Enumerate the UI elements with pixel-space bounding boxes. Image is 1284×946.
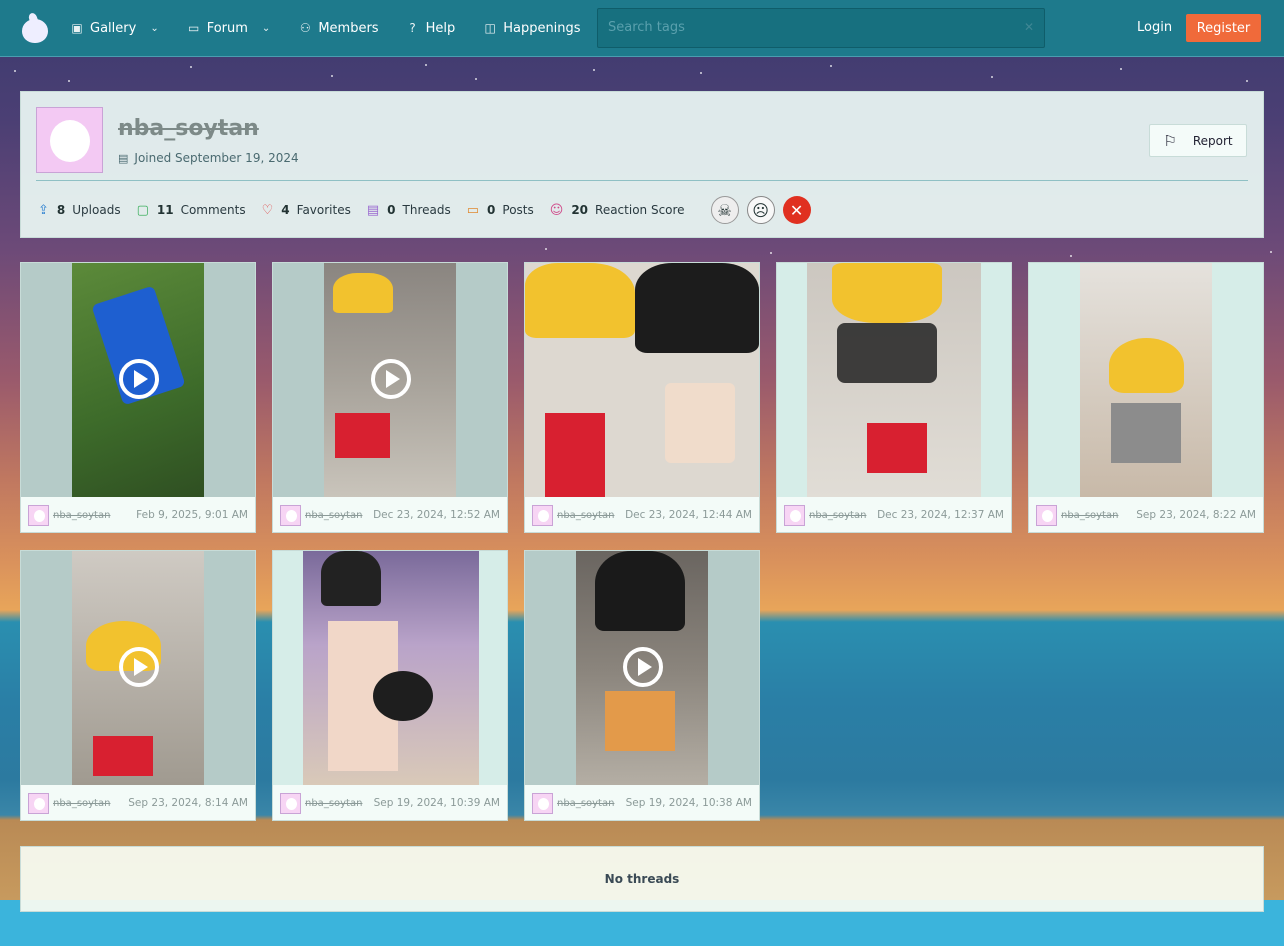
- top-navbar: ▣ Gallery ⌄ ▭ Forum ⌄ ⚇ Members ? Help ◫…: [0, 0, 1284, 57]
- play-icon[interactable]: [623, 647, 663, 687]
- upload-username[interactable]: nba_soytan: [305, 798, 362, 809]
- comment-icon: ▢: [136, 202, 149, 218]
- members-icon: ⚇: [299, 21, 311, 35]
- play-icon[interactable]: [119, 359, 159, 399]
- stat-threads[interactable]: ▤ 0 Threads: [367, 203, 451, 218]
- upload-username[interactable]: nba_soytan: [557, 798, 614, 809]
- calendar-icon: ▤: [118, 152, 129, 165]
- upload-date: Dec 23, 2024, 12:52 AM: [373, 509, 500, 521]
- stat-posts[interactable]: ▭ 0 Posts: [467, 203, 534, 218]
- join-date: ▤ Joined September 19, 2024: [118, 151, 299, 165]
- upload-username[interactable]: nba_soytan: [557, 510, 614, 521]
- upload-thumbnail[interactable]: [21, 263, 255, 497]
- avatar[interactable]: [784, 504, 805, 526]
- reaction-icon: ☺: [549, 202, 564, 218]
- upload-meta: nba_soytan Sep 23, 2024, 8:14 AM: [28, 792, 248, 814]
- flag-icon: ⚐: [1163, 131, 1177, 150]
- empty-threads-message: No threads: [604, 872, 680, 886]
- nav-gallery[interactable]: ▣ Gallery ⌄: [70, 21, 159, 36]
- chevron-down-icon: ⌄: [261, 22, 271, 34]
- upload-meta: nba_soytan Sep 23, 2024, 8:22 AM: [1036, 504, 1256, 526]
- nav-help[interactable]: ? Help: [406, 21, 455, 36]
- upload-card[interactable]: nba_soytan Sep 23, 2024, 8:22 AM: [1028, 262, 1264, 533]
- nav-happenings[interactable]: ◫ Happenings: [483, 21, 581, 36]
- upload-username[interactable]: nba_soytan: [809, 510, 866, 521]
- play-icon[interactable]: [371, 359, 411, 399]
- avatar[interactable]: [280, 504, 301, 526]
- profile-badges: ☠ ☹ ✕: [710, 196, 811, 224]
- upload-meta: nba_soytan Dec 23, 2024, 12:37 AM: [784, 504, 1004, 526]
- avatar[interactable]: [28, 792, 49, 814]
- upload-card[interactable]: nba_soytan Sep 23, 2024, 8:14 AM: [20, 550, 256, 821]
- profile-avatar[interactable]: [36, 107, 103, 173]
- upload-username[interactable]: nba_soytan: [1061, 510, 1118, 521]
- upload-meta: nba_soytan Dec 23, 2024, 12:52 AM: [280, 504, 500, 526]
- help-icon: ?: [409, 21, 416, 35]
- search-input[interactable]: Search tags ✕: [597, 8, 1045, 48]
- upload-meta: nba_soytan Dec 23, 2024, 12:44 AM: [532, 504, 752, 526]
- upload-username[interactable]: nba_soytan: [53, 510, 110, 521]
- upload-date: Feb 9, 2025, 9:01 AM: [136, 509, 248, 521]
- heart-icon: ♡: [261, 202, 274, 218]
- upload-thumbnail[interactable]: [525, 551, 759, 785]
- stat-uploads[interactable]: ⇪ 8 Uploads: [38, 203, 121, 218]
- upload-meta: nba_soytan Sep 19, 2024, 10:39 AM: [280, 792, 500, 814]
- upload-username[interactable]: nba_soytan: [305, 510, 362, 521]
- threads-panel: No threads: [20, 846, 1264, 912]
- document-icon: ▤: [366, 202, 380, 218]
- red-face-badge[interactable]: ✕: [782, 196, 811, 224]
- stat-comments[interactable]: ▢ 11 Comments: [137, 203, 246, 218]
- stat-reaction-score[interactable]: ☺ 20 Reaction Score: [550, 203, 685, 218]
- forum-icon: ▭: [188, 21, 200, 35]
- gallery-icon: ▣: [71, 21, 83, 35]
- nav-members[interactable]: ⚇ Members: [298, 21, 379, 36]
- upload-date: Sep 23, 2024, 8:22 AM: [1136, 509, 1256, 521]
- upload-date: Sep 19, 2024, 10:39 AM: [373, 797, 500, 809]
- report-button[interactable]: ⚐ Report: [1149, 124, 1247, 157]
- upload-card[interactable]: nba_soytan Dec 23, 2024, 12:52 AM: [272, 262, 508, 533]
- upload-card[interactable]: nba_soytan Dec 23, 2024, 12:37 AM: [776, 262, 1012, 533]
- soyjak-badge[interactable]: ☹: [746, 196, 775, 224]
- stat-favorites[interactable]: ♡ 4 Favorites: [262, 203, 351, 218]
- upload-date: Dec 23, 2024, 12:44 AM: [625, 509, 752, 521]
- avatar[interactable]: [28, 504, 49, 526]
- upload-date: Dec 23, 2024, 12:37 AM: [877, 509, 1004, 521]
- profile-stats: ⇪ 8 Uploads ▢ 11 Comments ♡ 4 Favorites ▤ 0…: [38, 196, 811, 224]
- posts-icon: ▭: [466, 202, 480, 218]
- login-link[interactable]: Login: [1137, 20, 1172, 35]
- upload-thumbnail[interactable]: [21, 551, 255, 785]
- upload-thumbnail[interactable]: [1029, 263, 1263, 497]
- play-icon[interactable]: [119, 647, 159, 687]
- upload-date: Sep 19, 2024, 10:38 AM: [625, 797, 752, 809]
- upload-card[interactable]: nba_soytan Sep 19, 2024, 10:39 AM: [272, 550, 508, 821]
- upload-thumbnail[interactable]: [777, 263, 1011, 497]
- upload-username[interactable]: nba_soytan: [53, 798, 110, 809]
- skull-star-badge[interactable]: ☠: [710, 196, 739, 224]
- avatar[interactable]: [532, 504, 553, 526]
- avatar[interactable]: [280, 792, 301, 814]
- site-logo[interactable]: [20, 11, 50, 43]
- avatar[interactable]: [532, 792, 553, 814]
- upload-thumbnail[interactable]: [273, 263, 507, 497]
- upload-date: Sep 23, 2024, 8:14 AM: [128, 797, 248, 809]
- register-button[interactable]: Register: [1186, 14, 1261, 42]
- upload-thumbnail[interactable]: [273, 551, 507, 785]
- upload-card[interactable]: nba_soytan Sep 19, 2024, 10:38 AM: [524, 550, 760, 821]
- profile-username: nba_soytan: [118, 116, 259, 141]
- book-icon: ◫: [484, 21, 496, 35]
- chevron-down-icon: ⌄: [150, 22, 159, 34]
- upload-thumbnail[interactable]: [525, 263, 759, 497]
- upload-card[interactable]: nba_soytan Dec 23, 2024, 12:44 AM: [524, 262, 760, 533]
- upload-icon: ⇪: [38, 202, 49, 218]
- nav-forum[interactable]: ▭ Forum ⌄: [187, 21, 271, 36]
- upload-card[interactable]: nba_soytan Feb 9, 2025, 9:01 AM: [20, 262, 256, 533]
- divider: [36, 180, 1248, 181]
- avatar[interactable]: [1036, 504, 1057, 526]
- upload-meta: nba_soytan Sep 19, 2024, 10:38 AM: [532, 792, 752, 814]
- profile-card: nba_soytan ▤ Joined September 19, 2024 ⚐ …: [20, 91, 1264, 238]
- clear-icon[interactable]: ✕: [1024, 20, 1034, 34]
- upload-meta: nba_soytan Feb 9, 2025, 9:01 AM: [28, 504, 248, 526]
